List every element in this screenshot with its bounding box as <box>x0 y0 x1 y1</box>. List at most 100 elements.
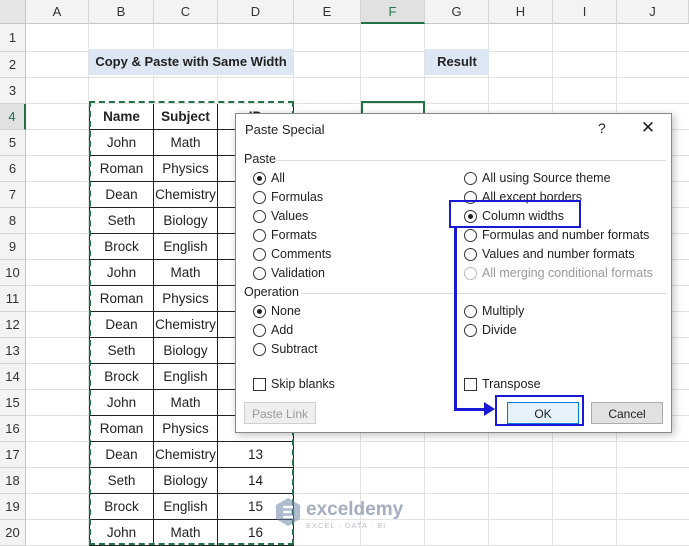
table-cell[interactable]: Seth <box>89 208 154 234</box>
cancel-button[interactable]: Cancel <box>591 402 663 424</box>
table-cell[interactable]: English <box>154 364 218 390</box>
row-header-7[interactable]: 7 <box>0 182 26 208</box>
table-cell[interactable]: John <box>89 260 154 286</box>
table-cell[interactable]: Roman <box>89 416 154 442</box>
table-cell[interactable]: Seth <box>89 338 154 364</box>
table-cell[interactable]: John <box>89 520 154 546</box>
row-header-6[interactable]: 6 <box>0 156 26 182</box>
row-header-16[interactable]: 16 <box>0 416 26 442</box>
column-header-e[interactable]: E <box>294 0 361 24</box>
radio-button[interactable] <box>253 305 266 318</box>
column-header-f[interactable]: F <box>361 0 425 24</box>
row-header-5[interactable]: 5 <box>0 130 26 156</box>
radio-button[interactable] <box>253 229 266 242</box>
row-header-18[interactable]: 18 <box>0 468 26 494</box>
row-header-11[interactable]: 11 <box>0 286 26 312</box>
table-cell[interactable]: Dean <box>89 312 154 338</box>
table-header-cell[interactable]: Name <box>89 104 154 130</box>
row-header-9[interactable]: 9 <box>0 234 26 260</box>
table-header-cell[interactable]: Subject <box>154 104 218 130</box>
table-cell[interactable]: John <box>89 130 154 156</box>
table-cell[interactable]: Dean <box>89 182 154 208</box>
row-header-2[interactable]: 2 <box>0 52 26 78</box>
table-cell[interactable]: Brock <box>89 494 154 520</box>
column-header-i[interactable]: I <box>553 0 617 24</box>
table-cell[interactable]: Chemistry <box>154 182 218 208</box>
radio-button[interactable] <box>253 248 266 261</box>
radio-button[interactable] <box>464 172 477 185</box>
radio-button[interactable] <box>464 305 477 318</box>
option-label: All using Source theme <box>482 171 611 185</box>
title-copy-paste: Copy & Paste with Same Width <box>89 49 293 75</box>
table-cell[interactable]: Math <box>154 130 218 156</box>
row-header-20[interactable]: 20 <box>0 520 26 546</box>
help-icon[interactable]: ? <box>598 120 606 136</box>
row-header-3[interactable]: 3 <box>0 78 26 104</box>
column-header-a[interactable]: A <box>26 0 89 24</box>
radio-button[interactable] <box>253 343 266 356</box>
row-header-1[interactable]: 1 <box>0 24 26 52</box>
table-cell[interactable]: English <box>154 234 218 260</box>
radio-button[interactable] <box>464 191 477 204</box>
option-label: Values <box>271 209 309 223</box>
table-cell[interactable]: Math <box>154 260 218 286</box>
option-label: All merging conditional formats <box>482 266 653 280</box>
row-header-12[interactable]: 12 <box>0 312 26 338</box>
column-header-h[interactable]: H <box>489 0 553 24</box>
radio-button[interactable] <box>253 210 266 223</box>
radio-button[interactable] <box>464 229 477 242</box>
table-cell[interactable]: Dean <box>89 442 154 468</box>
option-label: Column widths <box>482 209 564 223</box>
row-header-14[interactable]: 14 <box>0 364 26 390</box>
table-cell[interactable]: Chemistry <box>154 312 218 338</box>
select-all-corner[interactable] <box>0 0 26 24</box>
table-cell[interactable]: Math <box>154 390 218 416</box>
table-cell[interactable]: 13 <box>218 442 294 468</box>
radio-button[interactable] <box>464 210 477 223</box>
radio-button[interactable] <box>464 324 477 337</box>
radio-button[interactable] <box>253 324 266 337</box>
row-header-8[interactable]: 8 <box>0 208 26 234</box>
table-cell[interactable]: John <box>89 390 154 416</box>
table-cell[interactable]: 14 <box>218 468 294 494</box>
row-header-17[interactable]: 17 <box>0 442 26 468</box>
table-cell[interactable]: Physics <box>154 416 218 442</box>
paste-link-button[interactable]: Paste Link <box>244 402 316 424</box>
table-cell[interactable]: Brock <box>89 234 154 260</box>
skip-blanks-box[interactable] <box>253 378 266 391</box>
close-icon[interactable]: ✕ <box>638 118 658 138</box>
row-header-15[interactable]: 15 <box>0 390 26 416</box>
table-cell[interactable]: Chemistry <box>154 442 218 468</box>
transpose-box[interactable] <box>464 378 477 391</box>
radio-button[interactable] <box>253 267 266 280</box>
table-cell[interactable]: Math <box>154 520 218 546</box>
radio-button[interactable] <box>464 248 477 261</box>
ok-button[interactable]: OK <box>507 402 579 424</box>
table-cell[interactable]: Physics <box>154 286 218 312</box>
table-cell[interactable]: English <box>154 494 218 520</box>
table-cell[interactable]: Biology <box>154 208 218 234</box>
row-header-4[interactable]: 4 <box>0 104 26 130</box>
column-header-g[interactable]: G <box>425 0 489 24</box>
table-cell[interactable]: Biology <box>154 338 218 364</box>
column-header-b[interactable]: B <box>89 0 154 24</box>
table-cell[interactable]: Seth <box>89 468 154 494</box>
table-cell[interactable]: Biology <box>154 468 218 494</box>
option-label: All <box>271 171 285 185</box>
radio-button[interactable] <box>253 172 266 185</box>
paste-group-label: Paste <box>244 152 276 166</box>
row-header-13[interactable]: 13 <box>0 338 26 364</box>
table-cell[interactable]: Physics <box>154 156 218 182</box>
column-header-c[interactable]: C <box>154 0 218 24</box>
table-cell[interactable]: Brock <box>89 364 154 390</box>
option-label: Formulas and number formats <box>482 228 650 242</box>
table-cell[interactable]: Roman <box>89 286 154 312</box>
row-header-19[interactable]: 19 <box>0 494 26 520</box>
row-header-10[interactable]: 10 <box>0 260 26 286</box>
radio-button[interactable] <box>253 191 266 204</box>
column-header-d[interactable]: D <box>218 0 294 24</box>
column-header-j[interactable]: J <box>617 0 689 24</box>
table-cell[interactable]: Roman <box>89 156 154 182</box>
option-label: All except borders <box>482 190 583 204</box>
option-label: Validation <box>271 266 325 280</box>
